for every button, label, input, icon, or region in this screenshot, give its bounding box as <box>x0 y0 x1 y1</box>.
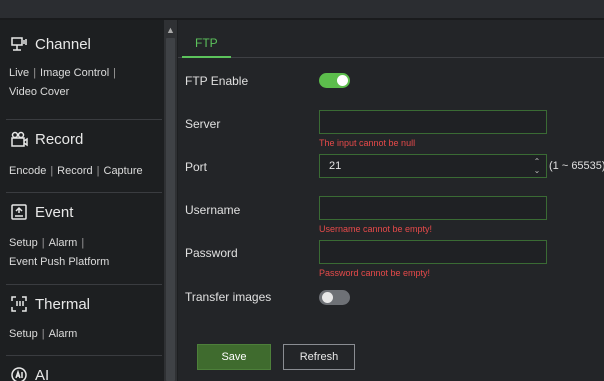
transfer-images-toggle[interactable] <box>319 290 350 305</box>
sidebar-title-channel: Channel <box>35 35 91 53</box>
event-icon <box>11 204 27 220</box>
save-button[interactable]: Save <box>197 344 271 370</box>
record-icon <box>11 131 28 147</box>
ftp-enable-toggle[interactable] <box>319 73 350 88</box>
sidebar-header-ai[interactable]: AI <box>0 363 163 381</box>
server-label: Server <box>185 117 221 131</box>
username-label: Username <box>185 203 241 217</box>
sidebar-title-ai: AI <box>35 366 50 381</box>
tab-ftp[interactable]: FTP <box>182 32 231 58</box>
sidebar-scrollbar[interactable] <box>164 20 177 381</box>
sidebar-title-thermal: Thermal <box>35 295 91 313</box>
sidebar-link-video-cover[interactable]: Video Cover <box>9 86 69 98</box>
sidebar-link-capture[interactable]: Capture <box>104 165 143 177</box>
channel-icon <box>11 37 27 51</box>
main-panel: FTP FTP Enable Server The input cannot b… <box>178 20 604 381</box>
sidebar: Channel Live | Image Control | Video Cover … <box>0 20 178 381</box>
sidebar-header-record[interactable]: Record <box>0 127 163 151</box>
server-input[interactable] <box>319 110 547 134</box>
sidebar-divider <box>6 192 162 193</box>
sidebar-link-alarm[interactable]: Alarm <box>49 237 78 249</box>
username-error: Username cannot be empty! <box>319 224 433 234</box>
toggle-knob <box>337 75 348 86</box>
server-error: The input cannot be null <box>319 138 416 148</box>
sidebar-header-event[interactable]: Event <box>0 200 163 224</box>
sidebar-link-thermal-alarm[interactable]: Alarm <box>49 328 78 340</box>
password-input[interactable] <box>319 240 547 264</box>
sidebar-link-setup[interactable]: Setup <box>9 237 38 249</box>
sidebar-title-record: Record <box>35 130 84 148</box>
sidebar-link-live[interactable]: Live <box>9 67 29 79</box>
port-input[interactable]: 21 ⌃ ⌄ <box>319 154 547 178</box>
username-input[interactable] <box>319 196 547 220</box>
sidebar-title-event: Event <box>35 203 74 221</box>
tab-bar: FTP <box>178 32 604 58</box>
sidebar-link-encode[interactable]: Encode <box>9 165 46 177</box>
sidebar-divider <box>6 355 162 356</box>
refresh-button[interactable]: Refresh <box>283 344 355 370</box>
ai-icon <box>11 367 27 381</box>
port-value: 21 <box>329 160 342 172</box>
sidebar-section-ai: AI <box>0 363 163 381</box>
scrollbar-thumb[interactable] <box>166 38 175 381</box>
thermal-icon <box>11 296 27 312</box>
toggle-knob <box>322 292 333 303</box>
transfer-images-label: Transfer images <box>185 290 272 304</box>
sidebar-divider <box>6 119 162 120</box>
sidebar-header-channel[interactable]: Channel <box>0 32 163 56</box>
scroll-up-icon[interactable]: ▲ <box>164 24 177 36</box>
sidebar-link-image-control[interactable]: Image Control <box>40 67 109 79</box>
port-range: (1 ~ 65535) <box>549 160 604 172</box>
sidebar-link-event-push-platform[interactable]: Event Push Platform <box>9 256 109 268</box>
sidebar-section-thermal: Thermal Setup | Alarm <box>0 292 163 344</box>
ftp-enable-label: FTP Enable <box>185 74 249 88</box>
port-label: Port <box>185 160 208 174</box>
top-bar <box>0 0 604 20</box>
sidebar-section-record: Record Encode | Record | Capture <box>0 127 163 181</box>
sidebar-divider <box>6 284 162 285</box>
sidebar-header-thermal[interactable]: Thermal <box>0 292 163 316</box>
password-error: Password cannot be empty! <box>319 268 431 278</box>
sidebar-link-thermal-setup[interactable]: Setup <box>9 328 38 340</box>
password-label: Password <box>185 246 238 260</box>
sidebar-section-event: Event Setup | Alarm | Event Push Platform <box>0 200 163 272</box>
port-spinner-icon[interactable]: ⌃ ⌄ <box>532 157 542 175</box>
sidebar-link-record[interactable]: Record <box>57 165 92 177</box>
sidebar-section-channel: Channel Live | Image Control | Video Cover <box>0 32 163 102</box>
